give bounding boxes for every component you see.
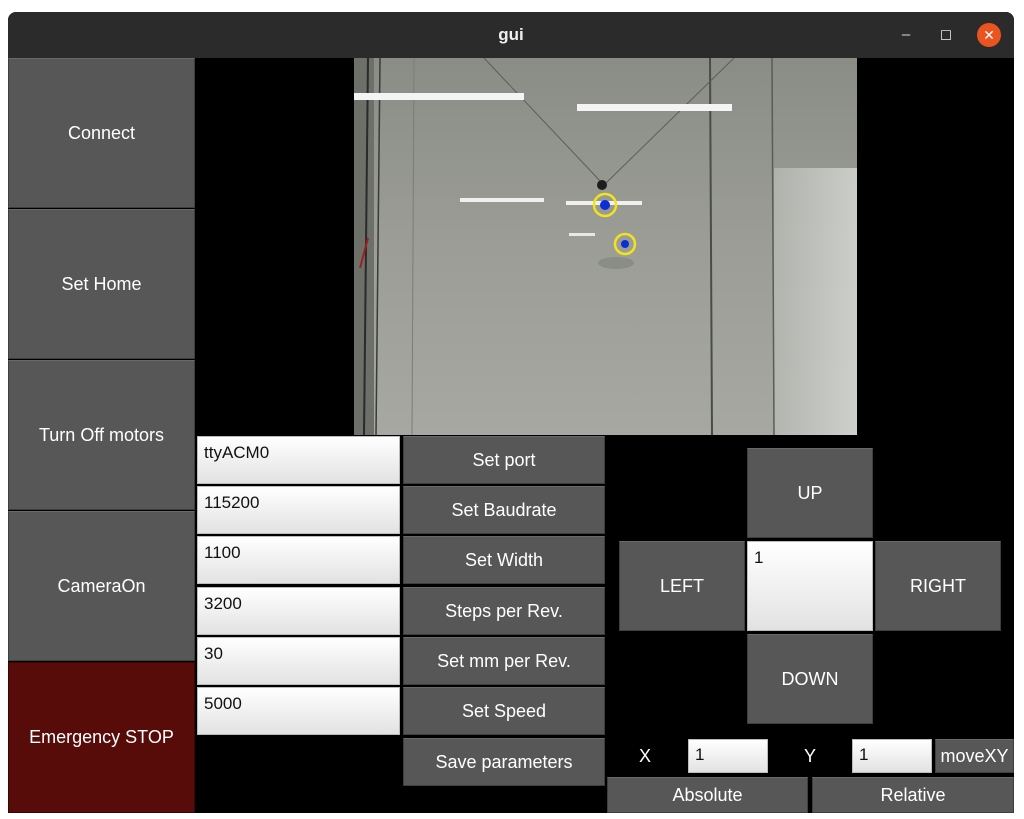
steps-per-rev-button[interactable]: Steps per Rev.: [403, 587, 605, 635]
baudrate-input[interactable]: 115200: [197, 486, 400, 534]
y-input[interactable]: 1: [852, 739, 932, 773]
x-input[interactable]: 1: [688, 739, 768, 773]
left-button[interactable]: LEFT: [619, 541, 745, 631]
save-parameters-button[interactable]: Save parameters: [403, 738, 605, 786]
app-window: gui – ◻ ✕ Connect Set Home Turn Off moto…: [8, 12, 1014, 813]
set-speed-button[interactable]: Set Speed: [403, 687, 605, 735]
close-icon[interactable]: ✕: [977, 23, 1001, 47]
set-baudrate-button[interactable]: Set Baudrate: [403, 486, 605, 534]
emergency-stop-button[interactable]: Emergency STOP: [8, 662, 195, 813]
speed-input[interactable]: 5000: [197, 687, 400, 735]
turn-off-motors-button[interactable]: Turn Off motors: [8, 360, 195, 510]
steps-per-rev-input[interactable]: 3200: [197, 587, 400, 635]
camera-image: [354, 58, 857, 435]
port-input[interactable]: ttyACM0: [197, 436, 400, 484]
maximize-icon[interactable]: ◻: [934, 23, 958, 47]
width-input[interactable]: 1100: [197, 536, 400, 584]
relative-button[interactable]: Relative: [812, 777, 1014, 813]
mm-per-rev-input[interactable]: 30: [197, 637, 400, 685]
camera-feed: [354, 58, 857, 435]
up-button[interactable]: UP: [747, 448, 873, 538]
x-label: X: [639, 746, 652, 766]
set-width-button[interactable]: Set Width: [403, 536, 605, 584]
absolute-button[interactable]: Absolute: [607, 777, 808, 813]
window-title: gui: [498, 25, 524, 44]
set-port-button[interactable]: Set port: [403, 436, 605, 484]
move-xy-button[interactable]: moveXY: [935, 739, 1014, 773]
camera-on-button[interactable]: CameraOn: [8, 511, 195, 661]
down-button[interactable]: DOWN: [747, 634, 873, 724]
main-content: Connect Set Home Turn Off motors CameraO…: [8, 58, 1014, 813]
set-home-button[interactable]: Set Home: [8, 209, 195, 359]
connect-button[interactable]: Connect: [8, 58, 195, 208]
step-size-input[interactable]: 1: [747, 541, 873, 631]
title-bar: gui – ◻ ✕: [8, 12, 1014, 58]
y-label: Y: [804, 746, 817, 766]
right-button[interactable]: RIGHT: [875, 541, 1001, 631]
set-mm-per-rev-button[interactable]: Set mm per Rev.: [403, 637, 605, 685]
minimize-icon[interactable]: –: [894, 23, 918, 47]
